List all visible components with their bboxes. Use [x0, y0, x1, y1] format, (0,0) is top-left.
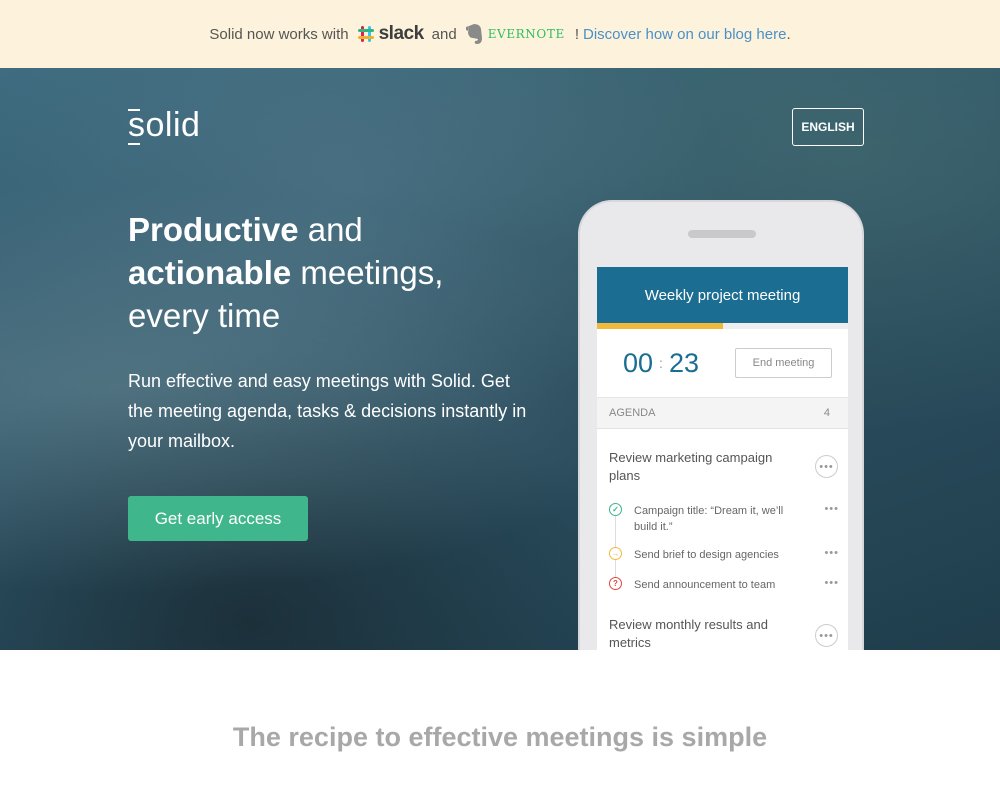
agenda-count: 4 [823, 407, 830, 419]
timer-row: 00 : 23 End meeting [597, 329, 848, 398]
check-icon: ✓ [609, 503, 622, 516]
more-options-icon[interactable]: ••• [815, 624, 838, 647]
hero-section: solid ENGLISH Productive and actionable … [0, 68, 1000, 650]
headline-part-3: every time [128, 297, 281, 334]
evernote-elephant-icon [465, 24, 482, 44]
evernote-wordmark: EVERNOTE [487, 27, 565, 41]
get-early-access-button[interactable]: Get early access [128, 496, 308, 541]
timer-minutes: 00 [623, 347, 654, 378]
announcement-period: . [786, 25, 791, 43]
list-item[interactable]: ? Send announcement to team ••• [609, 577, 839, 593]
headline-bold-2: actionable [128, 254, 292, 291]
hero-headline: Productive and actionable meetings, ever… [128, 208, 508, 337]
slack-logo: slack [357, 23, 424, 45]
meeting-progress-fill [597, 323, 723, 329]
language-button[interactable]: ENGLISH [792, 108, 864, 146]
announcement-bar: Solid now works with slack and EVERNOTE … [0, 0, 1000, 68]
blog-link[interactable]: Discover how on our blog here [583, 26, 786, 43]
arrow-right-icon: → [609, 547, 622, 560]
logo-text: solid [128, 106, 201, 145]
headline-bold-1: Productive [128, 211, 299, 248]
subitem-text: Send brief to design agencies [634, 549, 779, 561]
end-meeting-button[interactable]: End meeting [735, 348, 832, 378]
list-item[interactable]: ✓ Campaign title: “Dream it, we’ll build… [609, 503, 839, 535]
more-options-icon[interactable]: ••• [824, 577, 839, 589]
section-title: The recipe to effective meetings is simp… [232, 722, 768, 752]
more-options-icon[interactable]: ••• [824, 503, 839, 515]
agenda-label: AGENDA [609, 407, 656, 419]
list-item[interactable]: → Send brief to design agencies ••• [609, 547, 839, 563]
meeting-title: Weekly project meeting [597, 267, 848, 323]
meeting-progress-bar [597, 323, 848, 329]
phone-speaker [688, 230, 756, 238]
solid-logo[interactable]: solid [128, 106, 200, 145]
announcement-exclaim: ! [574, 25, 579, 43]
agenda-item-title[interactable]: Review monthly results and metrics [609, 616, 799, 650]
agenda-header: AGENDA 4 [597, 398, 848, 429]
slack-wordmark: slack [378, 23, 425, 44]
subitem-text: Send announcement to team [634, 579, 776, 591]
phone-screen: Weekly project meeting 00 : 23 End meeti… [597, 267, 848, 650]
agenda-item-title[interactable]: Review marketing campaign plans [609, 449, 799, 485]
phone-mockup: Weekly project meeting 00 : 23 End meeti… [578, 200, 864, 650]
question-icon: ? [609, 577, 622, 590]
meeting-timer: 00 : 23 [623, 348, 699, 379]
more-options-icon[interactable]: ••• [815, 455, 838, 478]
more-options-icon[interactable]: ••• [824, 547, 839, 559]
slack-icon [357, 26, 374, 42]
timer-seconds: 23 [668, 347, 699, 378]
announcement-prefix: Solid now works with [209, 25, 349, 43]
subitem-text: Campaign title: “Dream it, we’ll build i… [634, 505, 784, 533]
evernote-logo: EVERNOTE [465, 23, 565, 45]
headline-part-1: and [298, 211, 363, 248]
hero-subtext: Run effective and easy meetings with Sol… [128, 371, 527, 451]
timer-colon: : [659, 355, 663, 371]
headline-part-2: meetings, [291, 254, 444, 291]
announcement-and: and [431, 25, 457, 43]
